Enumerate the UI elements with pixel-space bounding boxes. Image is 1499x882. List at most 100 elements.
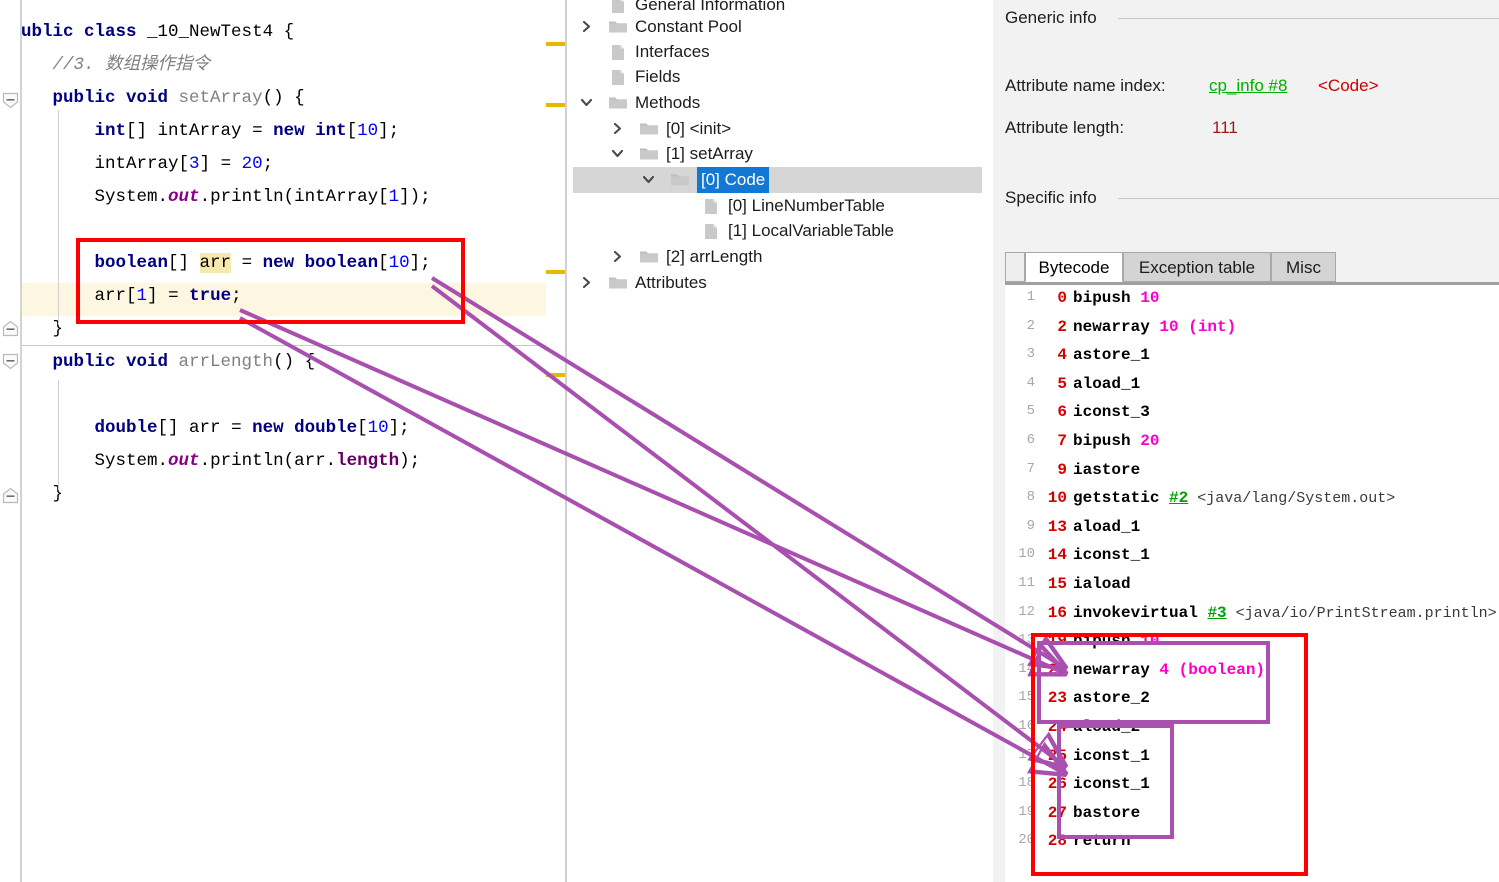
code-editor-pane[interactable]: public class _10_NewTest4 { //3. 数组操作指令 … bbox=[0, 0, 573, 882]
chevron-right-icon[interactable] bbox=[612, 244, 628, 270]
chevron-right-icon[interactable] bbox=[581, 14, 597, 40]
bytecode-row[interactable]: 8 10 getstatic #2 <java/lang/System.out> bbox=[1005, 489, 1499, 518]
bytecode-row[interactable]: 11 15 iaload bbox=[1005, 575, 1499, 604]
bytecode-row[interactable]: 15 23 astore_2 bbox=[1005, 689, 1499, 718]
bytecode-mnemonic: getstatic bbox=[1073, 489, 1160, 508]
bytecode-line-number: 4 bbox=[1026, 374, 1035, 391]
tree-item-fields[interactable]: Fields bbox=[573, 64, 982, 90]
tree-item-constant-pool[interactable]: Constant Pool bbox=[573, 14, 982, 40]
code-token: _10_NewTest4 bbox=[147, 22, 274, 42]
change-marker[interactable] bbox=[546, 270, 565, 274]
bytecode-row[interactable]: 2 2 newarray 10 (int) bbox=[1005, 318, 1499, 347]
code-token: ] = bbox=[199, 154, 242, 174]
constant-pool-ref-link[interactable]: #3 bbox=[1207, 604, 1226, 622]
code-token: . bbox=[157, 451, 169, 471]
tree-item-0-code[interactable]: [0] Code bbox=[573, 167, 982, 193]
chevron-right-icon[interactable] bbox=[612, 116, 628, 142]
bytecode-row[interactable]: 20 28 return bbox=[1005, 832, 1499, 861]
bytecode-offset: 24 bbox=[1047, 718, 1067, 736]
indent-guide bbox=[58, 380, 59, 490]
bytecode-row[interactable]: 1 0 bipush 10 bbox=[1005, 289, 1499, 318]
bytecode-listing[interactable]: 1 0 bipush 10 2 2 newarray 10 (int) 3 4 astore_1… bbox=[1005, 285, 1499, 882]
code-token: intArray bbox=[157, 121, 253, 141]
code-token: intArray bbox=[294, 187, 379, 207]
code-token: public bbox=[52, 88, 127, 108]
bytecode-row[interactable]: 17 25 iconst_1 bbox=[1005, 747, 1499, 776]
change-marker[interactable] bbox=[546, 373, 565, 377]
bytecode-mnemonic: iconst_1 bbox=[1073, 775, 1150, 794]
bytecode-mnemonic: newarray bbox=[1073, 660, 1150, 679]
bytecode-instruction: iastore bbox=[1073, 461, 1140, 479]
bytecode-mnemonic: return bbox=[1073, 832, 1131, 851]
tree-item-2-arrlength[interactable]: [2] arrLength bbox=[573, 244, 982, 270]
change-marker[interactable] bbox=[546, 42, 565, 46]
bytecode-mnemonic: iconst_1 bbox=[1073, 746, 1150, 765]
bytecode-row[interactable]: 14 21 newarray 4 (boolean) bbox=[1005, 661, 1499, 690]
change-marker[interactable] bbox=[546, 103, 565, 107]
attribute-name-index-label: Attribute name index: bbox=[1005, 76, 1166, 95]
editor-change-marker-strip[interactable] bbox=[546, 0, 573, 882]
chevron-right-icon[interactable] bbox=[581, 270, 597, 296]
bytecode-instruction: return bbox=[1073, 832, 1131, 850]
tab-bar-filler bbox=[1336, 252, 1499, 282]
code-token: [ bbox=[357, 418, 368, 438]
code-token: .println( bbox=[199, 451, 295, 471]
bytecode-row[interactable]: 16 24 aload_2 bbox=[1005, 718, 1499, 747]
detail-tab-bar[interactable]: Bytecode Exception table Misc bbox=[1005, 252, 1499, 285]
bytecode-row[interactable]: 19 27 bastore bbox=[1005, 804, 1499, 833]
code-token: ; bbox=[262, 154, 274, 174]
tree-item-1-localvariabletable[interactable]: [1] LocalVariableTable bbox=[573, 218, 982, 244]
bytecode-row[interactable]: 5 6 iconst_3 bbox=[1005, 403, 1499, 432]
tree-item-0-init[interactable]: [0] <init> bbox=[573, 116, 982, 142]
bytecode-row[interactable]: 13 19 bipush 10 bbox=[1005, 632, 1499, 661]
code-token: 10 bbox=[357, 121, 379, 141]
bytecode-offset: 26 bbox=[1047, 775, 1067, 794]
bytecode-mnemonic: iconst_3 bbox=[1073, 403, 1150, 422]
bytecode-row[interactable]: 4 5 aload_1 bbox=[1005, 375, 1499, 404]
code-token: 1 bbox=[388, 187, 400, 207]
classfile-structure-tree[interactable]: General Information Constant Pool Interfac… bbox=[573, 0, 982, 882]
tree-item-1-setarray[interactable]: [1] setArray bbox=[573, 141, 982, 167]
bytecode-row[interactable]: 12 16 invokevirtual #3 <java/io/PrintStrea… bbox=[1005, 604, 1499, 633]
bytecode-line-number: 6 bbox=[1026, 432, 1035, 448]
bytecode-row[interactable]: 18 26 iconst_1 bbox=[1005, 775, 1499, 804]
chevron-down-icon[interactable] bbox=[643, 167, 659, 193]
bytecode-instruction: astore_1 bbox=[1073, 346, 1150, 364]
bytecode-row[interactable]: 7 9 iastore bbox=[1005, 461, 1499, 490]
attribute-length-value: 111 bbox=[1212, 118, 1238, 137]
tab-bytecode[interactable]: Bytecode bbox=[1025, 252, 1123, 282]
bytecode-row[interactable]: 6 7 bipush 20 bbox=[1005, 432, 1499, 461]
file-icon bbox=[608, 39, 628, 65]
bytecode-mnemonic: astore_2 bbox=[1073, 689, 1150, 708]
constant-pool-ref-link[interactable]: #2 bbox=[1169, 489, 1188, 507]
tree-item-attributes[interactable]: Attributes bbox=[573, 270, 982, 296]
code-fold-end-icon[interactable] bbox=[2, 487, 19, 504]
bytecode-instruction: bipush 10 bbox=[1073, 289, 1159, 307]
bytecode-mnemonic: aload_1 bbox=[1073, 517, 1141, 536]
code-fold-start-icon[interactable] bbox=[2, 353, 19, 370]
chevron-down-icon[interactable] bbox=[612, 141, 628, 167]
bytecode-instruction: iconst_3 bbox=[1073, 403, 1150, 421]
tab-exception-table[interactable]: Exception table bbox=[1123, 252, 1271, 282]
bytecode-instruction: getstatic #2 <java/lang/System.out> bbox=[1073, 489, 1395, 507]
tree-item-label: Fields bbox=[635, 67, 681, 86]
code-fold-start-icon[interactable] bbox=[2, 92, 19, 109]
code-fold-end-icon[interactable] bbox=[2, 320, 19, 337]
attribute-name-index-link[interactable]: cp_info #8 bbox=[1209, 76, 1287, 96]
editor-gutter[interactable] bbox=[0, 0, 22, 882]
tab-misc[interactable]: Misc bbox=[1271, 252, 1336, 282]
bytecode-row[interactable]: 10 14 iconst_1 bbox=[1005, 546, 1499, 575]
code-token: ] = bbox=[147, 286, 190, 306]
code-token: 3 bbox=[189, 154, 200, 174]
tree-item-methods[interactable]: Methods bbox=[573, 90, 982, 116]
tree-item-0-linenumbertable[interactable]: [0] LineNumberTable bbox=[573, 193, 982, 219]
bytecode-row[interactable]: 3 4 astore_1 bbox=[1005, 346, 1499, 375]
bytecode-row[interactable]: 9 13 aload_1 bbox=[1005, 518, 1499, 547]
bytecode-offset: 13 bbox=[1047, 517, 1067, 536]
chevron-down-icon[interactable] bbox=[581, 90, 597, 116]
bytecode-offset: 16 bbox=[1047, 603, 1067, 622]
tree-item-interfaces[interactable]: Interfaces bbox=[573, 39, 982, 65]
source-code-text[interactable]: public class _10_NewTest4 { //3. 数组操作指令 … bbox=[0, 0, 545, 882]
tab-bar-left-stub bbox=[1005, 252, 1025, 282]
